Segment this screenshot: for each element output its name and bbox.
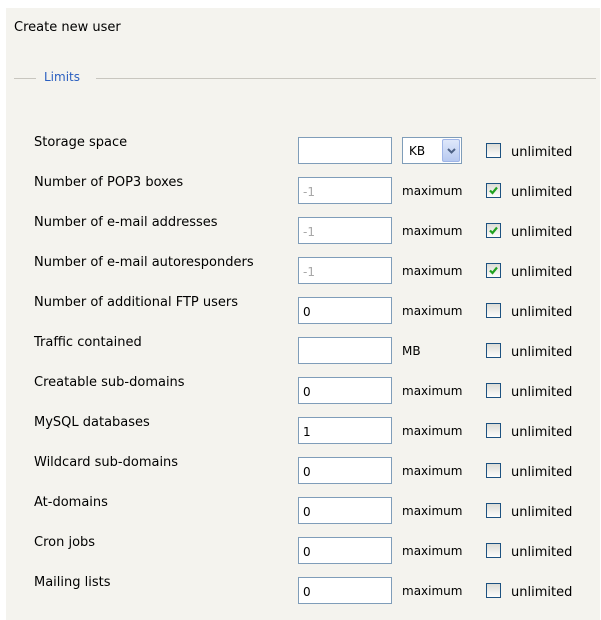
wildcard-sub-domains-input[interactable] (298, 457, 392, 484)
unlimited-label[interactable]: unlimited (511, 265, 572, 280)
storage-space-unlimited-checkbox[interactable] (486, 143, 501, 158)
at-domains-unlimited-checkbox[interactable] (486, 503, 501, 518)
number-of-additional-ftp-users-unlimited-checkbox[interactable] (486, 303, 501, 318)
number-of-pop3-boxes-unlimited-checkbox[interactable] (486, 183, 501, 198)
limit-row-at-domains: At-domains maximum unlimited (6, 495, 600, 527)
limit-row-traffic-contained: Traffic contained MB unlimited (6, 335, 600, 367)
mysql-databases-input[interactable] (298, 417, 392, 444)
limit-label: Number of POP3 boxes (34, 175, 184, 190)
creatable-sub-domains-input[interactable] (298, 377, 392, 404)
chevron-down-icon[interactable] (442, 139, 460, 162)
limit-row-number-of-additional-ftp-users: Number of additional FTP users maximum unl… (6, 295, 600, 327)
limit-label: Number of e-mail autoresponders (34, 255, 254, 270)
limit-label: Cron jobs (34, 535, 96, 550)
unit-label: maximum (402, 384, 463, 398)
unlimited-label[interactable]: unlimited (511, 545, 572, 560)
unlimited-label[interactable]: unlimited (511, 585, 572, 600)
unlimited-label[interactable]: unlimited (511, 425, 572, 440)
number-of-e-mail-autoresponders-unlimited-checkbox[interactable] (486, 263, 501, 278)
fieldset-border (14, 78, 36, 79)
unlimited-label[interactable]: unlimited (511, 145, 572, 160)
at-domains-input[interactable] (298, 497, 392, 524)
unlimited-label[interactable]: unlimited (511, 465, 572, 480)
wildcard-sub-domains-unlimited-checkbox[interactable] (486, 463, 501, 478)
unit-label: maximum (402, 304, 463, 318)
mailing-lists-unlimited-checkbox[interactable] (486, 583, 501, 598)
limit-label: Storage space (34, 135, 128, 150)
unlimited-label[interactable]: unlimited (511, 345, 572, 360)
creatable-sub-domains-unlimited-checkbox[interactable] (486, 383, 501, 398)
number-of-e-mail-addresses-input[interactable] (298, 217, 392, 244)
check-icon (489, 186, 498, 195)
unlimited-label[interactable]: unlimited (511, 505, 572, 520)
limit-row-mysql-databases: MySQL databases maximum unlimited (6, 415, 600, 447)
limit-row-storage-space: Storage space KB unlimited (6, 135, 600, 167)
cron-jobs-input[interactable] (298, 537, 392, 564)
limit-label: Number of e-mail addresses (34, 215, 218, 230)
unlimited-label[interactable]: unlimited (511, 185, 572, 200)
unlimited-label[interactable]: unlimited (511, 385, 572, 400)
cron-jobs-unlimited-checkbox[interactable] (486, 543, 501, 558)
limit-row-mailing-lists: Mailing lists maximum unlimited (6, 575, 600, 607)
number-of-pop3-boxes-input[interactable] (298, 177, 392, 204)
unlimited-label[interactable]: unlimited (511, 225, 572, 240)
limit-label: Number of additional FTP users (34, 295, 239, 310)
number-of-additional-ftp-users-input[interactable] (298, 297, 392, 324)
limit-row-number-of-e-mail-autoresponders: Number of e-mail autoresponders maximum un… (6, 255, 600, 287)
unit-label: MB (402, 344, 421, 358)
mailing-lists-input[interactable] (298, 577, 392, 604)
fieldset-border (96, 78, 596, 79)
traffic-contained-input[interactable] (298, 337, 392, 364)
storage-space-input[interactable] (298, 137, 392, 164)
limit-label: Creatable sub-domains (34, 375, 185, 390)
unit-label: maximum (402, 264, 463, 278)
unlimited-label[interactable]: unlimited (511, 305, 572, 320)
limit-row-wildcard-sub-domains: Wildcard sub-domains maximum unlimited (6, 455, 600, 487)
unit-label: maximum (402, 504, 463, 518)
limit-row-cron-jobs: Cron jobs maximum unlimited (6, 535, 600, 567)
number-of-e-mail-autoresponders-input[interactable] (298, 257, 392, 284)
check-icon (489, 266, 498, 275)
unit-label: maximum (402, 224, 463, 238)
limit-row-number-of-pop3-boxes: Number of POP3 boxes maximum unlimited (6, 175, 600, 207)
limit-label: Wildcard sub-domains (34, 455, 179, 470)
unit-label: maximum (402, 464, 463, 478)
limit-label: At-domains (34, 495, 108, 510)
number-of-e-mail-addresses-unlimited-checkbox[interactable] (486, 223, 501, 238)
storage-unit-value: KB (409, 144, 426, 158)
unit-label: maximum (402, 184, 463, 198)
unit-label: maximum (402, 424, 463, 438)
limit-label: Traffic contained (34, 335, 142, 350)
limit-label: Mailing lists (34, 575, 111, 590)
page-title: Create new user (14, 20, 121, 35)
limit-label: MySQL databases (34, 415, 150, 430)
limit-row-creatable-sub-domains: Creatable sub-domains maximum unlimited (6, 375, 600, 407)
traffic-contained-unlimited-checkbox[interactable] (486, 343, 501, 358)
mysql-databases-unlimited-checkbox[interactable] (486, 423, 501, 438)
storage-unit-select[interactable]: KB (402, 137, 462, 164)
unit-label: maximum (402, 584, 463, 598)
unit-label: maximum (402, 544, 463, 558)
limit-row-number-of-e-mail-addresses: Number of e-mail addresses maximum unlimit… (6, 215, 600, 247)
create-user-panel: Create new user Limits Storage space KB un… (6, 8, 600, 620)
check-icon (489, 226, 498, 235)
limits-legend: Limits (44, 70, 80, 84)
